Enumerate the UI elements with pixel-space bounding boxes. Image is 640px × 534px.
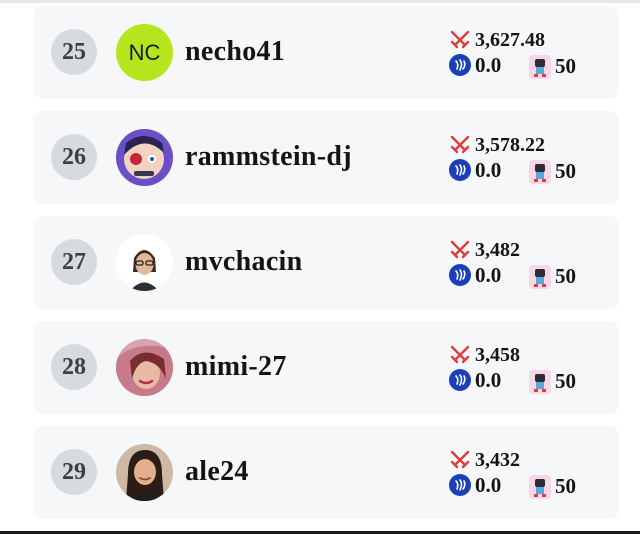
portrait-woman-avatar xyxy=(116,444,173,501)
rank-badge: 27 xyxy=(51,239,97,285)
player-stats: 3,482 0.0 50 xyxy=(449,238,619,290)
battle-power-stat: 3,482 xyxy=(449,238,520,262)
cards-stat: 50 xyxy=(529,54,576,79)
avatar-initials: NC xyxy=(128,39,161,65)
cards-stat: 50 xyxy=(529,159,576,184)
crossed-swords-icon xyxy=(449,29,471,51)
avatar[interactable] xyxy=(116,129,173,186)
steem-icon xyxy=(449,264,471,286)
leaderboard-page: 25 NC necho41 3,627.48 0.0 50 26 rammste… xyxy=(0,0,640,534)
steem-balance-value: 0.0 xyxy=(475,472,502,497)
username-link[interactable]: mimi-27 xyxy=(185,351,287,383)
leaderboard-row[interactable]: 25 NC necho41 3,627.48 0.0 50 xyxy=(33,6,619,99)
cards-value: 50 xyxy=(555,54,576,78)
player-stats: 3,432 0.0 50 xyxy=(449,448,619,500)
battle-power-stat: 3,578.22 xyxy=(449,133,545,157)
card-character-icon xyxy=(529,369,551,394)
avatar[interactable] xyxy=(116,234,173,291)
steem-balance-stat: 0.0 xyxy=(449,53,501,77)
crossed-swords-icon xyxy=(449,239,471,261)
username-link[interactable]: necho41 xyxy=(185,36,285,68)
steem-balance-value: 0.0 xyxy=(475,52,502,77)
steem-icon xyxy=(449,474,471,496)
rank-badge: 26 xyxy=(51,134,97,180)
leaderboard-row[interactable]: 28 mimi-27 3,458 0.0 50 xyxy=(33,321,619,414)
username-link[interactable]: ale24 xyxy=(185,456,249,488)
steem-balance-value: 0.0 xyxy=(475,367,502,392)
leaderboard-list: 25 NC necho41 3,627.48 0.0 50 26 rammste… xyxy=(33,6,619,531)
steem-balance-stat: 0.0 xyxy=(449,368,501,392)
cards-value: 50 xyxy=(555,264,576,288)
top-divider xyxy=(0,0,640,3)
avatar[interactable] xyxy=(116,339,173,396)
rank-badge: 25 xyxy=(51,29,97,75)
battle-power-value: 3,432 xyxy=(475,448,520,471)
leaderboard-row[interactable]: 26 rammstein-dj 3,578.22 0.0 50 xyxy=(33,111,619,204)
avatar[interactable]: NC xyxy=(116,24,173,81)
rank-badge: 28 xyxy=(51,344,97,390)
cards-stat: 50 xyxy=(529,264,576,289)
portrait-pink-avatar xyxy=(116,339,173,396)
steem-icon xyxy=(449,159,471,181)
steem-balance-stat: 0.0 xyxy=(449,473,501,497)
steem-balance-value: 0.0 xyxy=(475,157,502,182)
card-character-icon xyxy=(529,264,551,289)
cards-stat: 50 xyxy=(529,474,576,499)
cards-value: 50 xyxy=(555,474,576,498)
crossed-swords-icon xyxy=(449,134,471,156)
leaderboard-row[interactable]: 29 ale24 3,432 0.0 50 xyxy=(33,426,619,519)
player-stats: 3,458 0.0 50 xyxy=(449,343,619,395)
card-character-icon xyxy=(529,159,551,184)
cards-value: 50 xyxy=(555,159,576,183)
username-link[interactable]: rammstein-dj xyxy=(185,141,352,173)
username-link[interactable]: mvchacin xyxy=(185,246,303,278)
portrait-glasses-avatar xyxy=(116,234,173,291)
battle-power-stat: 3,627.48 xyxy=(449,28,545,52)
battle-power-value: 3,482 xyxy=(475,238,520,261)
leaderboard-row[interactable]: 27 mvchacin 3,482 0.0 50 xyxy=(33,216,619,309)
battle-power-stat: 3,458 xyxy=(449,343,520,367)
crossed-swords-icon xyxy=(449,449,471,471)
pirate-cartoon-avatar xyxy=(116,129,173,186)
cards-stat: 50 xyxy=(529,369,576,394)
battle-power-value: 3,578.22 xyxy=(475,133,545,156)
card-character-icon xyxy=(529,474,551,499)
rank-badge: 29 xyxy=(51,449,97,495)
avatar[interactable] xyxy=(116,444,173,501)
steem-icon xyxy=(449,369,471,391)
steem-balance-value: 0.0 xyxy=(475,262,502,287)
battle-power-value: 3,458 xyxy=(475,343,520,366)
crossed-swords-icon xyxy=(449,344,471,366)
battle-power-value: 3,627.48 xyxy=(475,28,545,51)
cards-value: 50 xyxy=(555,369,576,393)
steem-balance-stat: 0.0 xyxy=(449,263,501,287)
steem-icon xyxy=(449,54,471,76)
player-stats: 3,627.48 0.0 50 xyxy=(449,28,619,80)
steem-balance-stat: 0.0 xyxy=(449,158,501,182)
card-character-icon xyxy=(529,54,551,79)
player-stats: 3,578.22 0.0 50 xyxy=(449,133,619,185)
battle-power-stat: 3,432 xyxy=(449,448,520,472)
